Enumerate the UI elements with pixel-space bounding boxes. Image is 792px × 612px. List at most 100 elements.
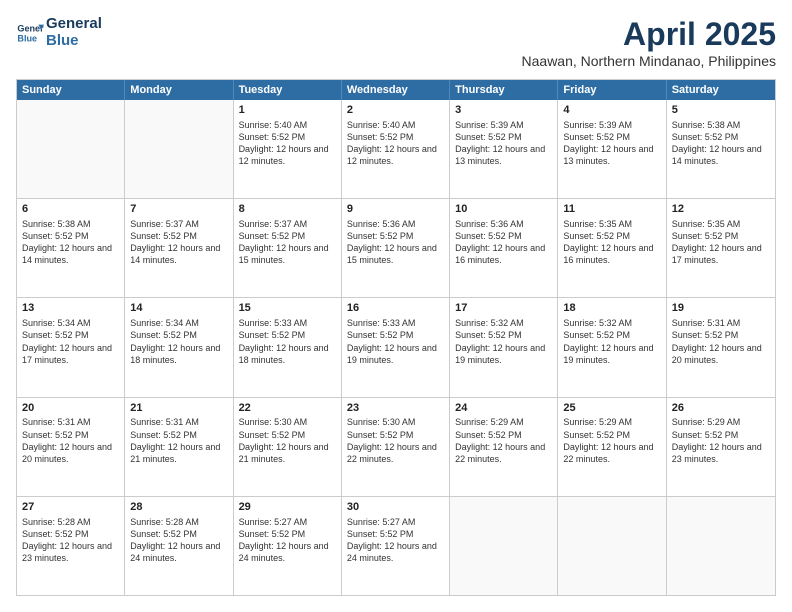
day-number: 20 [22, 401, 119, 416]
day-number: 12 [672, 202, 770, 217]
day-number: 18 [563, 301, 660, 316]
day-number: 15 [239, 301, 336, 316]
day-of-week-monday: Monday [125, 80, 233, 100]
sun-info: Sunrise: 5:38 AM Sunset: 5:52 PM Dayligh… [22, 218, 119, 267]
sun-info: Sunrise: 5:31 AM Sunset: 5:52 PM Dayligh… [22, 416, 119, 465]
day-number: 28 [130, 500, 227, 515]
sun-info: Sunrise: 5:39 AM Sunset: 5:52 PM Dayligh… [455, 119, 552, 168]
day-number: 2 [347, 103, 444, 118]
sun-info: Sunrise: 5:29 AM Sunset: 5:52 PM Dayligh… [563, 416, 660, 465]
sun-info: Sunrise: 5:32 AM Sunset: 5:52 PM Dayligh… [563, 317, 660, 366]
empty-cell [450, 497, 558, 595]
day-cell-23: 23Sunrise: 5:30 AM Sunset: 5:52 PM Dayli… [342, 398, 450, 496]
day-of-week-saturday: Saturday [667, 80, 775, 100]
day-cell-24: 24Sunrise: 5:29 AM Sunset: 5:52 PM Dayli… [450, 398, 558, 496]
day-number: 24 [455, 401, 552, 416]
sun-info: Sunrise: 5:33 AM Sunset: 5:52 PM Dayligh… [347, 317, 444, 366]
day-of-week-friday: Friday [558, 80, 666, 100]
sun-info: Sunrise: 5:30 AM Sunset: 5:52 PM Dayligh… [347, 416, 444, 465]
day-number: 21 [130, 401, 227, 416]
day-cell-2: 2Sunrise: 5:40 AM Sunset: 5:52 PM Daylig… [342, 100, 450, 198]
sun-info: Sunrise: 5:37 AM Sunset: 5:52 PM Dayligh… [130, 218, 227, 267]
sun-info: Sunrise: 5:31 AM Sunset: 5:52 PM Dayligh… [130, 416, 227, 465]
day-number: 27 [22, 500, 119, 515]
sun-info: Sunrise: 5:32 AM Sunset: 5:52 PM Dayligh… [455, 317, 552, 366]
day-cell-8: 8Sunrise: 5:37 AM Sunset: 5:52 PM Daylig… [234, 199, 342, 297]
page: General Blue General Blue April 2025 Naa… [0, 0, 792, 612]
day-cell-10: 10Sunrise: 5:36 AM Sunset: 5:52 PM Dayli… [450, 199, 558, 297]
day-cell-7: 7Sunrise: 5:37 AM Sunset: 5:52 PM Daylig… [125, 199, 233, 297]
day-cell-5: 5Sunrise: 5:38 AM Sunset: 5:52 PM Daylig… [667, 100, 775, 198]
day-number: 22 [239, 401, 336, 416]
day-number: 7 [130, 202, 227, 217]
day-number: 19 [672, 301, 770, 316]
location: Naawan, Northern Mindanao, Philippines [522, 53, 776, 69]
day-cell-25: 25Sunrise: 5:29 AM Sunset: 5:52 PM Dayli… [558, 398, 666, 496]
day-cell-26: 26Sunrise: 5:29 AM Sunset: 5:52 PM Dayli… [667, 398, 775, 496]
day-cell-3: 3Sunrise: 5:39 AM Sunset: 5:52 PM Daylig… [450, 100, 558, 198]
logo-general: General [46, 16, 102, 33]
empty-cell [125, 100, 233, 198]
day-cell-18: 18Sunrise: 5:32 AM Sunset: 5:52 PM Dayli… [558, 298, 666, 396]
day-cell-4: 4Sunrise: 5:39 AM Sunset: 5:52 PM Daylig… [558, 100, 666, 198]
day-number: 16 [347, 301, 444, 316]
day-of-week-wednesday: Wednesday [342, 80, 450, 100]
logo-blue: Blue [46, 33, 102, 50]
logo-icon: General Blue [16, 19, 44, 47]
header: General Blue General Blue April 2025 Naa… [16, 16, 776, 69]
calendar-row-1: 6Sunrise: 5:38 AM Sunset: 5:52 PM Daylig… [17, 198, 775, 297]
month-year: April 2025 [522, 16, 776, 53]
day-cell-14: 14Sunrise: 5:34 AM Sunset: 5:52 PM Dayli… [125, 298, 233, 396]
day-number: 11 [563, 202, 660, 217]
svg-text:Blue: Blue [17, 33, 37, 43]
title-block: April 2025 Naawan, Northern Mindanao, Ph… [522, 16, 776, 69]
day-number: 4 [563, 103, 660, 118]
sun-info: Sunrise: 5:38 AM Sunset: 5:52 PM Dayligh… [672, 119, 770, 168]
day-number: 5 [672, 103, 770, 118]
day-number: 10 [455, 202, 552, 217]
day-cell-9: 9Sunrise: 5:36 AM Sunset: 5:52 PM Daylig… [342, 199, 450, 297]
day-cell-19: 19Sunrise: 5:31 AM Sunset: 5:52 PM Dayli… [667, 298, 775, 396]
calendar-body: 1Sunrise: 5:40 AM Sunset: 5:52 PM Daylig… [17, 100, 775, 595]
sun-info: Sunrise: 5:31 AM Sunset: 5:52 PM Dayligh… [672, 317, 770, 366]
calendar-row-0: 1Sunrise: 5:40 AM Sunset: 5:52 PM Daylig… [17, 100, 775, 198]
calendar-header: SundayMondayTuesdayWednesdayThursdayFrid… [17, 80, 775, 100]
day-cell-15: 15Sunrise: 5:33 AM Sunset: 5:52 PM Dayli… [234, 298, 342, 396]
day-cell-21: 21Sunrise: 5:31 AM Sunset: 5:52 PM Dayli… [125, 398, 233, 496]
logo: General Blue General Blue [16, 16, 102, 49]
day-cell-11: 11Sunrise: 5:35 AM Sunset: 5:52 PM Dayli… [558, 199, 666, 297]
day-cell-12: 12Sunrise: 5:35 AM Sunset: 5:52 PM Dayli… [667, 199, 775, 297]
day-number: 17 [455, 301, 552, 316]
sun-info: Sunrise: 5:30 AM Sunset: 5:52 PM Dayligh… [239, 416, 336, 465]
day-cell-22: 22Sunrise: 5:30 AM Sunset: 5:52 PM Dayli… [234, 398, 342, 496]
sun-info: Sunrise: 5:40 AM Sunset: 5:52 PM Dayligh… [239, 119, 336, 168]
day-cell-28: 28Sunrise: 5:28 AM Sunset: 5:52 PM Dayli… [125, 497, 233, 595]
sun-info: Sunrise: 5:27 AM Sunset: 5:52 PM Dayligh… [347, 516, 444, 565]
day-number: 14 [130, 301, 227, 316]
sun-info: Sunrise: 5:36 AM Sunset: 5:52 PM Dayligh… [347, 218, 444, 267]
sun-info: Sunrise: 5:29 AM Sunset: 5:52 PM Dayligh… [672, 416, 770, 465]
sun-info: Sunrise: 5:34 AM Sunset: 5:52 PM Dayligh… [130, 317, 227, 366]
day-of-week-thursday: Thursday [450, 80, 558, 100]
empty-cell [667, 497, 775, 595]
day-cell-27: 27Sunrise: 5:28 AM Sunset: 5:52 PM Dayli… [17, 497, 125, 595]
day-number: 30 [347, 500, 444, 515]
day-number: 23 [347, 401, 444, 416]
empty-cell [17, 100, 125, 198]
day-cell-1: 1Sunrise: 5:40 AM Sunset: 5:52 PM Daylig… [234, 100, 342, 198]
calendar-row-3: 20Sunrise: 5:31 AM Sunset: 5:52 PM Dayli… [17, 397, 775, 496]
sun-info: Sunrise: 5:35 AM Sunset: 5:52 PM Dayligh… [672, 218, 770, 267]
day-number: 25 [563, 401, 660, 416]
day-number: 13 [22, 301, 119, 316]
sun-info: Sunrise: 5:35 AM Sunset: 5:52 PM Dayligh… [563, 218, 660, 267]
calendar-row-2: 13 Sunrise: 5:34 AM Sunset: 5:52 PM Dayli… [17, 297, 775, 396]
day-number: 29 [239, 500, 336, 515]
sun-info: Sunrise: 5:28 AM Sunset: 5:52 PM Dayligh… [22, 516, 119, 565]
day-of-week-sunday: Sunday [17, 80, 125, 100]
day-number: 26 [672, 401, 770, 416]
day-cell-16: 16Sunrise: 5:33 AM Sunset: 5:52 PM Dayli… [342, 298, 450, 396]
sun-info: Sunrise: 5:40 AM Sunset: 5:52 PM Dayligh… [347, 119, 444, 168]
day-cell-30: 30Sunrise: 5:27 AM Sunset: 5:52 PM Dayli… [342, 497, 450, 595]
sun-info: Sunrise: 5:39 AM Sunset: 5:52 PM Dayligh… [563, 119, 660, 168]
sun-info: Sunrise: 5:27 AM Sunset: 5:52 PM Dayligh… [239, 516, 336, 565]
